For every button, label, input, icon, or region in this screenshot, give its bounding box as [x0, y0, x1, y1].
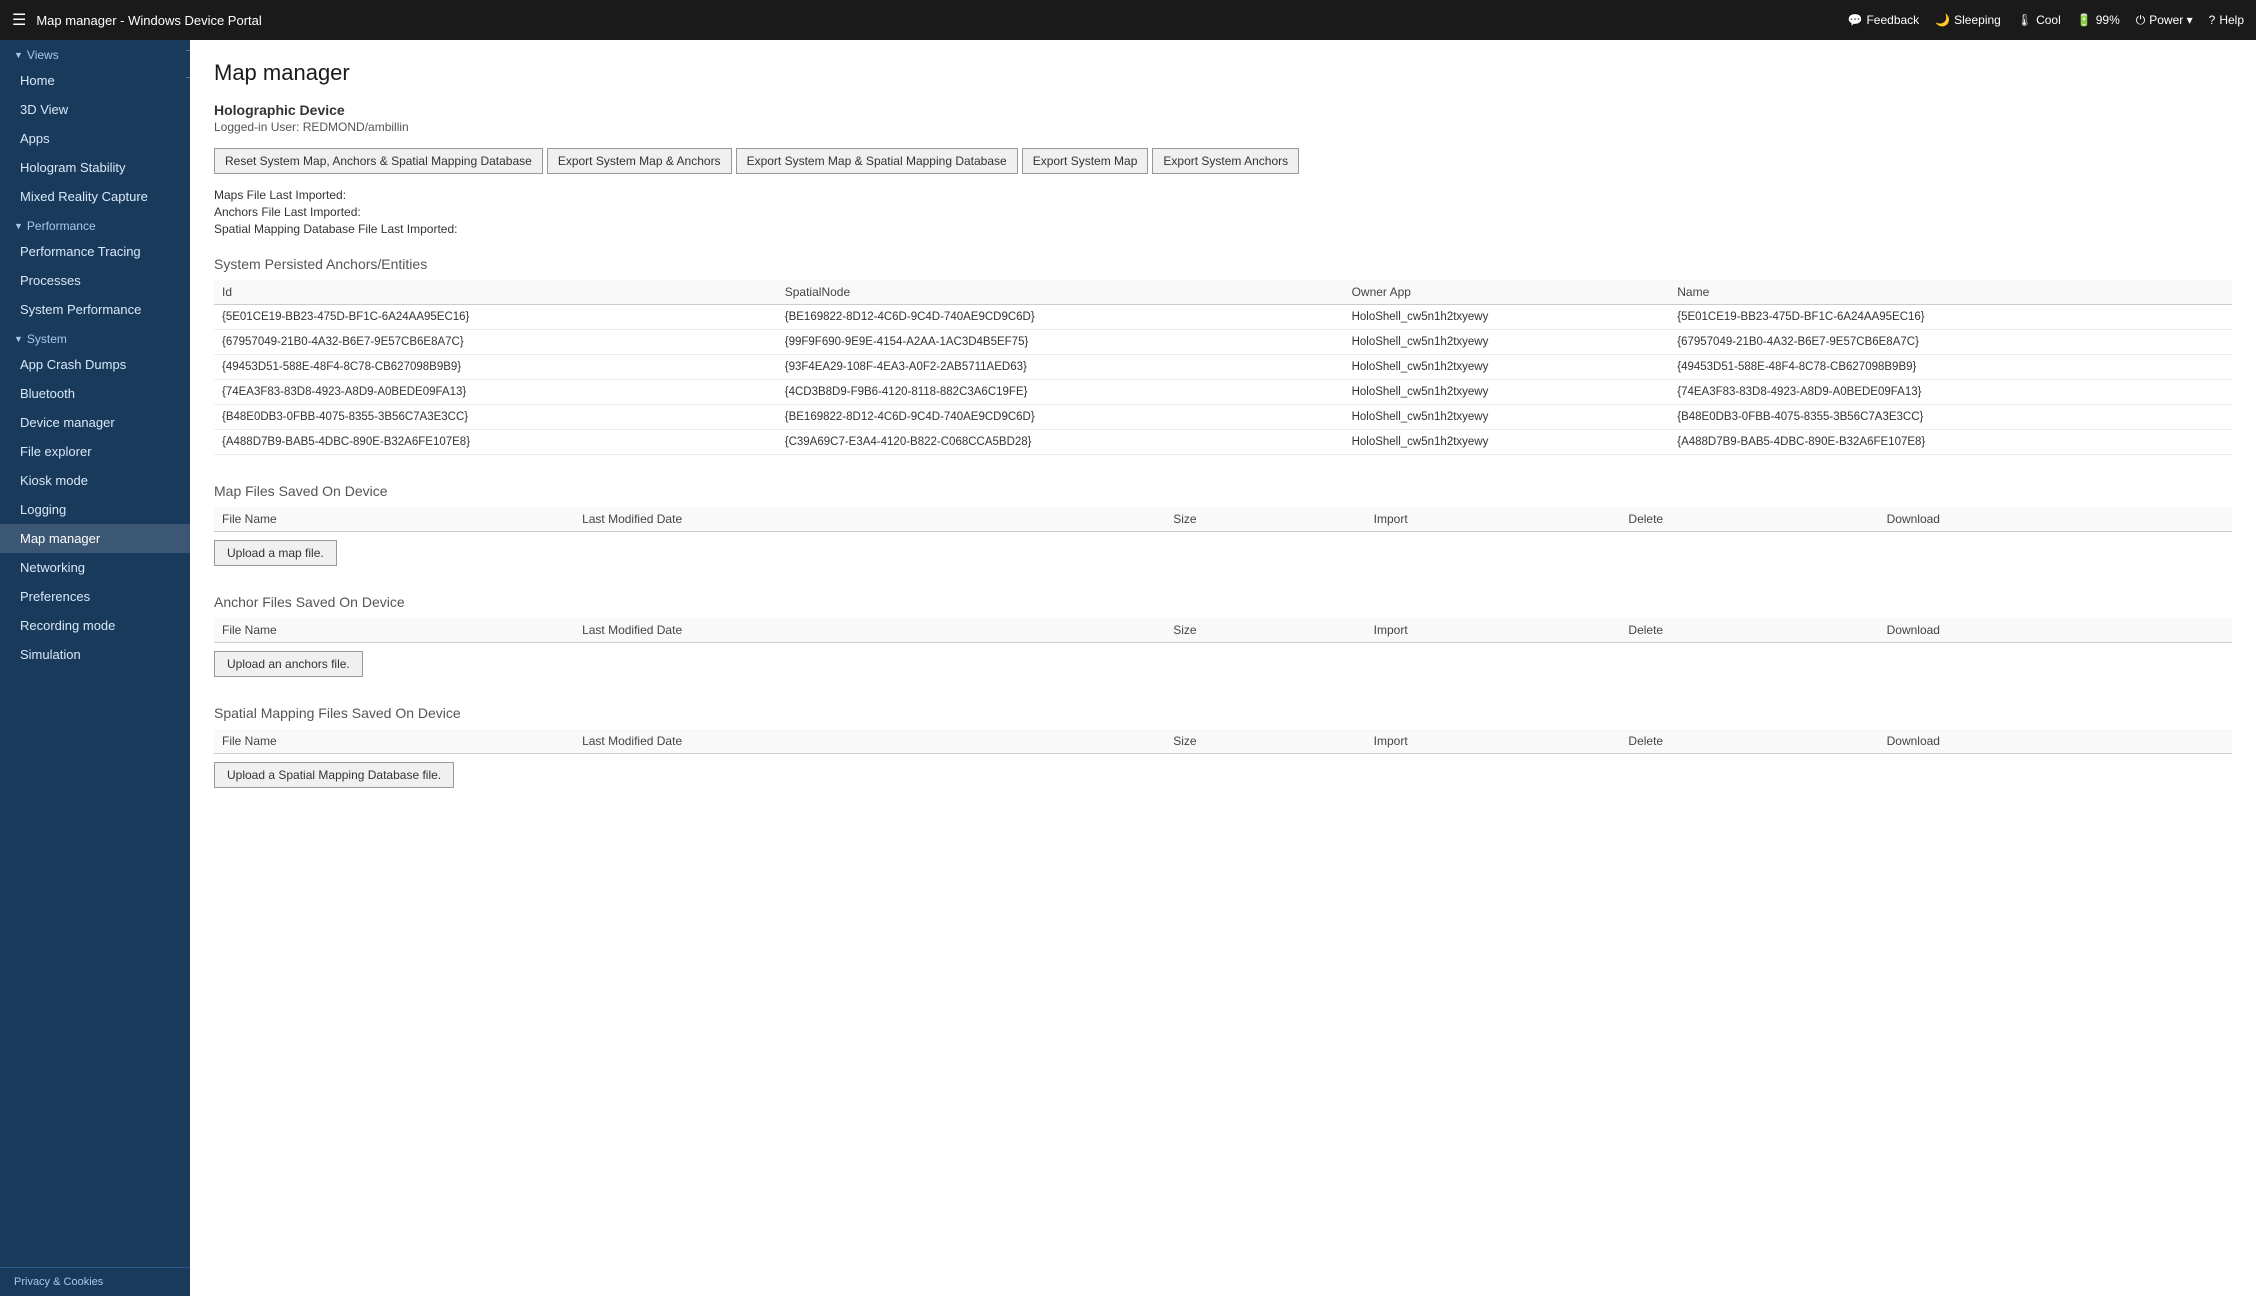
upload-anchors-btn[interactable]: Upload an anchors file. — [214, 651, 363, 677]
anchor-col-size: Size — [1165, 618, 1365, 643]
anchor-col-import: Import — [1366, 618, 1621, 643]
export-system-map-btn[interactable]: Export System Map — [1022, 148, 1149, 174]
spatial-mapping-section: Spatial Mapping Files Saved On Device Fi… — [214, 705, 2232, 788]
sleeping-btn[interactable]: 🌙 Sleeping — [1935, 13, 2001, 27]
anchors-table: Id SpatialNode Owner App Name {5E01CE19-… — [214, 280, 2232, 455]
feedback-btn[interactable]: 💬 Feedback — [1848, 13, 1920, 27]
sidebar-section-system[interactable]: System — [0, 324, 190, 350]
sidebar-item-kiosk-mode[interactable]: Kiosk mode — [0, 466, 190, 495]
main-layout: ❮ Views Home 3D View Apps Hologram Stabi… — [0, 40, 2256, 1296]
sidebar-item-mixed-reality-capture[interactable]: Mixed Reality Capture — [0, 182, 190, 211]
sidebar-item-device-manager[interactable]: Device manager — [0, 408, 190, 437]
col-name: Name — [1669, 280, 2232, 305]
sidebar-item-simulation[interactable]: Simulation — [0, 640, 190, 669]
hamburger-icon[interactable]: ☰ — [12, 10, 26, 30]
anchors-file-info: Anchors File Last Imported: — [214, 205, 2232, 219]
table-row: {5E01CE19-BB23-475D-BF1C-6A24AA95EC16}{B… — [214, 305, 2232, 330]
reset-system-map-btn[interactable]: Reset System Map, Anchors & Spatial Mapp… — [214, 148, 543, 174]
sidebar-collapse-btn[interactable]: ❮ — [186, 50, 190, 78]
device-name: Holographic Device — [214, 102, 2232, 118]
spatial-col-date: Last Modified Date — [574, 729, 1165, 754]
map-col-size: Size — [1165, 507, 1365, 532]
map-col-import: Import — [1366, 507, 1621, 532]
spatial-file-info: Spatial Mapping Database File Last Impor… — [214, 222, 2232, 236]
spatial-col-filename: File Name — [214, 729, 574, 754]
anchors-section-title: System Persisted Anchors/Entities — [214, 256, 2232, 272]
window-title: Map manager - Windows Device Portal — [36, 13, 1837, 28]
map-col-filename: File Name — [214, 507, 574, 532]
page-title: Map manager — [214, 60, 2232, 86]
sidebar: ❮ Views Home 3D View Apps Hologram Stabi… — [0, 40, 190, 1296]
anchor-files-title: Anchor Files Saved On Device — [214, 594, 2232, 610]
sidebar-item-networking[interactable]: Networking — [0, 553, 190, 582]
titlebar-actions: 💬 Feedback 🌙 Sleeping 🌡 Cool 🔋 99% ⏻ Pow… — [1848, 13, 2244, 28]
map-col-download: Download — [1879, 507, 2232, 532]
anchor-files-table: File Name Last Modified Date Size Import… — [214, 618, 2232, 643]
device-info: Holographic Device Logged-in User: REDMO… — [214, 102, 2232, 134]
export-system-anchors-btn[interactable]: Export System Anchors — [1152, 148, 1299, 174]
sidebar-item-app-crash-dumps[interactable]: App Crash Dumps — [0, 350, 190, 379]
sidebar-item-performance-tracing[interactable]: Performance Tracing — [0, 237, 190, 266]
table-row: {B48E0DB3-0FBB-4075-8355-3B56C7A3E3CC}{B… — [214, 405, 2232, 430]
user-info: Logged-in User: REDMOND/ambillin — [214, 120, 2232, 134]
action-buttons: Reset System Map, Anchors & Spatial Mapp… — [214, 148, 2232, 174]
sidebar-item-preferences[interactable]: Preferences — [0, 582, 190, 611]
sidebar-item-system-performance[interactable]: System Performance — [0, 295, 190, 324]
anchor-files-section: Anchor Files Saved On Device File Name L… — [214, 594, 2232, 677]
sidebar-item-logging[interactable]: Logging — [0, 495, 190, 524]
spatial-col-download: Download — [1879, 729, 2232, 754]
upload-spatial-btn[interactable]: Upload a Spatial Mapping Database file. — [214, 762, 454, 788]
col-spatialnode: SpatialNode — [777, 280, 1344, 305]
sidebar-section-views[interactable]: Views — [0, 40, 190, 66]
col-id: Id — [214, 280, 777, 305]
sidebar-item-3dview[interactable]: 3D View — [0, 95, 190, 124]
battery-btn[interactable]: 🔋 99% — [2077, 13, 2120, 27]
map-files-table: File Name Last Modified Date Size Import… — [214, 507, 2232, 532]
sidebar-item-apps[interactable]: Apps — [0, 124, 190, 153]
anchor-col-date: Last Modified Date — [574, 618, 1165, 643]
map-col-delete: Delete — [1620, 507, 1878, 532]
table-row: {A488D7B9-BAB5-4DBC-890E-B32A6FE107E8}{C… — [214, 430, 2232, 455]
import-info: Maps File Last Imported: Anchors File La… — [214, 188, 2232, 236]
map-files-title: Map Files Saved On Device — [214, 483, 2232, 499]
spatial-col-import: Import — [1366, 729, 1621, 754]
power-btn[interactable]: ⏻ Power ▾ — [2136, 13, 2193, 28]
spatial-mapping-title: Spatial Mapping Files Saved On Device — [214, 705, 2232, 721]
spatial-col-size: Size — [1165, 729, 1365, 754]
sidebar-item-bluetooth[interactable]: Bluetooth — [0, 379, 190, 408]
table-row: {67957049-21B0-4A32-B6E7-9E57CB6E8A7C}{9… — [214, 330, 2232, 355]
col-ownerapp: Owner App — [1344, 280, 1670, 305]
titlebar: ☰ Map manager - Windows Device Portal 💬 … — [0, 0, 2256, 40]
anchor-col-delete: Delete — [1620, 618, 1878, 643]
anchor-col-download: Download — [1879, 618, 2232, 643]
sidebar-item-file-explorer[interactable]: File explorer — [0, 437, 190, 466]
sidebar-item-recording-mode[interactable]: Recording mode — [0, 611, 190, 640]
sidebar-section-performance[interactable]: Performance — [0, 211, 190, 237]
spatial-col-delete: Delete — [1620, 729, 1878, 754]
export-map-anchors-btn[interactable]: Export System Map & Anchors — [547, 148, 732, 174]
anchor-col-filename: File Name — [214, 618, 574, 643]
map-files-section: Map Files Saved On Device File Name Last… — [214, 483, 2232, 566]
sidebar-item-home[interactable]: Home — [0, 66, 190, 95]
spatial-mapping-table: File Name Last Modified Date Size Import… — [214, 729, 2232, 754]
help-btn[interactable]: ? Help — [2209, 13, 2244, 27]
sidebar-item-processes[interactable]: Processes — [0, 266, 190, 295]
main-content: Map manager Holographic Device Logged-in… — [190, 40, 2256, 1296]
maps-file-info: Maps File Last Imported: — [214, 188, 2232, 202]
upload-map-btn[interactable]: Upload a map file. — [214, 540, 337, 566]
sidebar-item-hologram-stability[interactable]: Hologram Stability — [0, 153, 190, 182]
export-map-spatial-btn[interactable]: Export System Map & Spatial Mapping Data… — [736, 148, 1018, 174]
cool-btn[interactable]: 🌡 Cool — [2017, 13, 2061, 27]
table-row: {74EA3F83-83D8-4923-A8D9-A0BEDE09FA13}{4… — [214, 380, 2232, 405]
privacy-cookies-link[interactable]: Privacy & Cookies — [0, 1267, 190, 1296]
table-row: {49453D51-588E-48F4-8C78-CB627098B9B9}{9… — [214, 355, 2232, 380]
map-col-date: Last Modified Date — [574, 507, 1165, 532]
sidebar-item-map-manager[interactable]: Map manager — [0, 524, 190, 553]
